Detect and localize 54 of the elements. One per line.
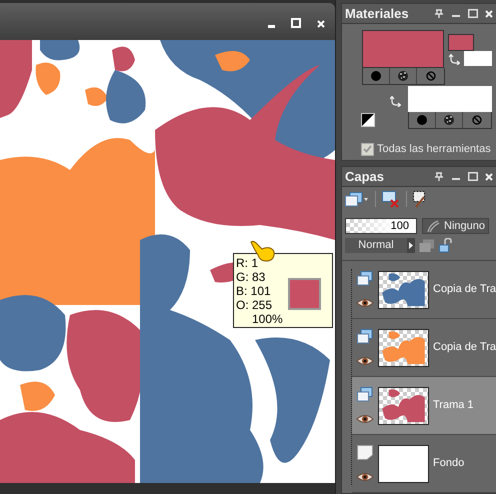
- panel-title: Materiales: [345, 4, 410, 23]
- layer-name: Copia de Tra: [433, 340, 496, 356]
- solid-color-icon: [371, 71, 381, 81]
- delete-layer-icon[interactable]: [382, 190, 400, 208]
- color-value-text: R: 1: [236, 256, 260, 270]
- solid-color-icon: [417, 115, 427, 125]
- raster-layer-icon: [357, 387, 373, 402]
- eye-icon[interactable]: [356, 472, 374, 482]
- color-value-text: B: 101: [236, 284, 272, 298]
- selection-brush-icon[interactable]: [413, 190, 428, 208]
- mask-button[interactable]: Ninguno: [422, 218, 489, 234]
- texture-icon: [398, 71, 408, 81]
- eye-icon[interactable]: [356, 356, 374, 366]
- layer-name: Copia de Tra: [433, 282, 496, 298]
- swap-arrows-icon[interactable]: [390, 96, 401, 107]
- close-icon[interactable]: [484, 172, 493, 180]
- new-layer-icon[interactable]: [345, 192, 369, 206]
- prohibited-icon: [472, 115, 482, 125]
- maximize-icon[interactable]: [468, 9, 478, 18]
- eye-icon[interactable]: [356, 414, 374, 424]
- color-value-text: O: 255: [236, 298, 274, 312]
- opacity-value: 100: [390, 219, 409, 233]
- opacity-slider-field[interactable]: 100: [345, 218, 417, 234]
- color-value-text: G: 83: [236, 270, 266, 284]
- layer-name: Trama 1: [433, 398, 474, 414]
- prohibited-icon: [426, 71, 436, 81]
- default-colors-icon[interactable]: [361, 113, 375, 127]
- background-layer-icon: [357, 445, 373, 460]
- checkbox[interactable]: [361, 142, 374, 156]
- pin-icon[interactable]: [434, 172, 443, 181]
- swap-arrows-icon[interactable]: [449, 54, 460, 65]
- eye-icon[interactable]: [356, 298, 374, 308]
- link-icon: [426, 220, 440, 232]
- maximize-icon[interactable]: [468, 172, 478, 181]
- checkbox-label: Todas las herramientas: [377, 142, 491, 157]
- small-foreground-swatch[interactable]: [448, 34, 474, 51]
- minimize-icon[interactable]: [452, 14, 460, 18]
- small-background-swatch[interactable]: [464, 51, 492, 66]
- checkmark-icon: [363, 145, 372, 154]
- blend-mode-dropdown[interactable]: Normal: [345, 238, 407, 253]
- minimize-icon[interactable]: [452, 178, 460, 180]
- unlock-icon[interactable]: [439, 238, 453, 253]
- opacity-percent-text: 100%: [251, 312, 283, 326]
- pin-icon[interactable]: [434, 9, 443, 18]
- layer-row[interactable]: Trama 1: [352, 377, 496, 435]
- panel-title: Capas: [345, 168, 386, 186]
- foreground-color-swatch[interactable]: [362, 30, 444, 68]
- raster-layer-icon: [357, 329, 373, 344]
- raster-layer-icon: [357, 271, 373, 286]
- texture-icon: [444, 115, 454, 125]
- color-swatch: [288, 278, 321, 310]
- layer-name: Fondo: [433, 456, 464, 472]
- background-color-swatch[interactable]: [408, 86, 492, 112]
- close-icon[interactable]: [484, 10, 493, 18]
